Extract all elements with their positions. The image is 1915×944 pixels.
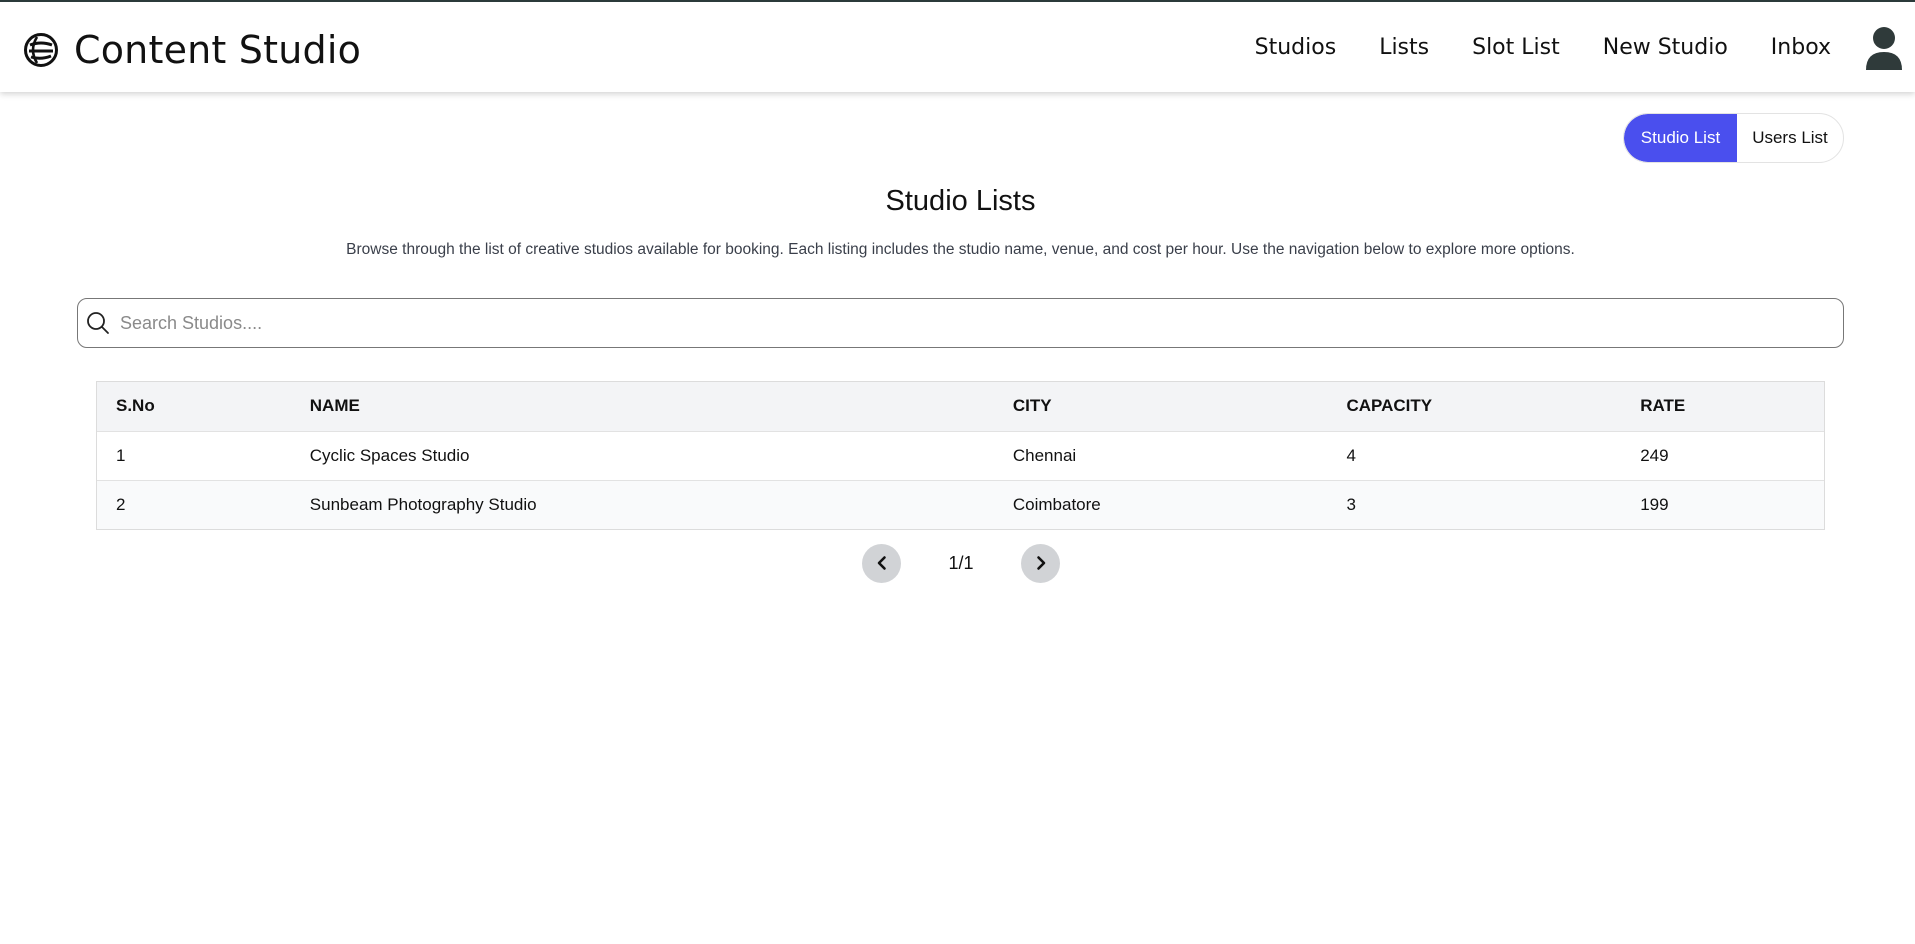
nav-slot-list[interactable]: Slot List bbox=[1472, 34, 1560, 62]
column-header-name: NAME bbox=[290, 382, 994, 431]
cell-rate: 199 bbox=[1640, 494, 1669, 514]
nav-studios[interactable]: Studios bbox=[1255, 34, 1337, 62]
table-row[interactable]: 1 Cyclic Spaces Studio Chennai 4 249 bbox=[97, 431, 1824, 480]
nav-lists[interactable]: Lists bbox=[1379, 34, 1429, 62]
app-title: Content Studio bbox=[74, 28, 362, 72]
cell-name: Cyclic Spaces Studio bbox=[309, 445, 470, 465]
cell-city: Chennai bbox=[1012, 445, 1077, 465]
cell-sno: 1 bbox=[116, 445, 126, 465]
table-header-row: S.No NAME CITY CAPACITY RATE bbox=[97, 382, 1824, 431]
nav-new-studio[interactable]: New Studio bbox=[1603, 34, 1728, 62]
previous-page-button[interactable] bbox=[862, 543, 901, 583]
column-header-city: CITY bbox=[993, 382, 1328, 431]
table-row[interactable]: 2 Sunbeam Photography Studio Coimbatore … bbox=[97, 480, 1824, 529]
cell-city: Coimbatore bbox=[1012, 494, 1101, 514]
user-icon[interactable] bbox=[1864, 26, 1904, 70]
users-list-button[interactable]: Users List bbox=[1737, 114, 1843, 162]
chevron-right-icon bbox=[1036, 556, 1045, 570]
globe-logo-icon bbox=[23, 32, 59, 68]
cell-capacity: 3 bbox=[1346, 494, 1356, 514]
top-header: Content Studio Studios Lists Slot List N… bbox=[0, 0, 1915, 92]
column-header-capacity: CAPACITY bbox=[1327, 382, 1622, 431]
next-page-button[interactable] bbox=[1021, 543, 1060, 583]
search-icon bbox=[86, 311, 110, 335]
studio-table: S.No NAME CITY CAPACITY RATE 1 Cyclic Sp… bbox=[96, 381, 1825, 530]
cell-sno: 2 bbox=[116, 494, 126, 514]
list-toggle: Studio List Users List bbox=[1623, 113, 1844, 163]
brand[interactable]: Content Studio bbox=[23, 28, 361, 72]
page-description: Browse through the list of creative stud… bbox=[346, 241, 1575, 258]
nav-inbox[interactable]: Inbox bbox=[1771, 34, 1831, 62]
cell-name: Sunbeam Photography Studio bbox=[309, 494, 537, 514]
cell-rate: 249 bbox=[1640, 445, 1669, 465]
column-header-rate: RATE bbox=[1621, 382, 1824, 431]
column-header-sno: S.No bbox=[97, 382, 291, 431]
studio-list-button[interactable]: Studio List bbox=[1624, 114, 1737, 162]
search-box bbox=[77, 298, 1844, 348]
page-indicator: 1/1 bbox=[948, 552, 974, 573]
cell-capacity: 4 bbox=[1346, 445, 1356, 465]
page-title: Studio Lists bbox=[885, 185, 1036, 217]
chevron-left-icon bbox=[877, 556, 886, 570]
search-input[interactable] bbox=[118, 303, 1818, 343]
pagination: 1/1 bbox=[862, 543, 1060, 583]
main-nav: Studios Lists Slot List New Studio Inbox bbox=[1255, 34, 1831, 62]
